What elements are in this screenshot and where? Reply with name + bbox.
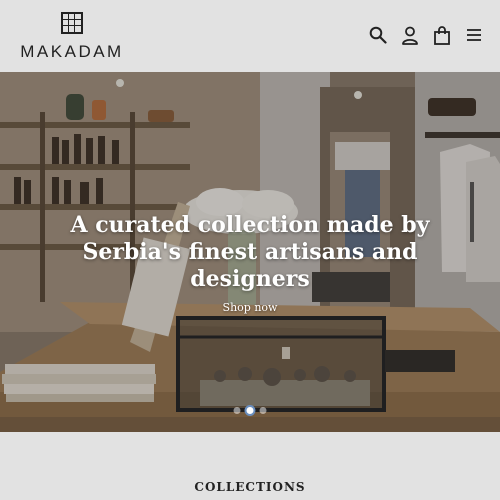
search-icon[interactable] [368,24,388,46]
logo-grid-icon [61,12,83,34]
cart-icon[interactable] [432,24,452,46]
brand-name: MAKADAM [20,42,124,61]
menu-icon[interactable] [464,24,484,46]
collections-heading: COLLECTIONS [194,480,306,494]
slide-dot-3[interactable] [259,407,267,414]
shop-now-link[interactable]: Shop now [223,301,278,314]
hero-title: A curated collection made by Serbia's fi… [70,212,430,292]
slideshow-dots [233,405,267,416]
site-header: MAKADAM [0,0,500,72]
account-icon[interactable] [400,24,420,46]
slide-dot-2[interactable] [244,405,256,416]
hero-slideshow: A curated collection made by Serbia's fi… [0,72,500,432]
slide-dot-1[interactable] [233,407,241,414]
header-actions [368,24,484,46]
hero-caption: A curated collection made by Serbia's fi… [0,212,500,315]
brand-logo[interactable]: MAKADAM [16,12,128,62]
